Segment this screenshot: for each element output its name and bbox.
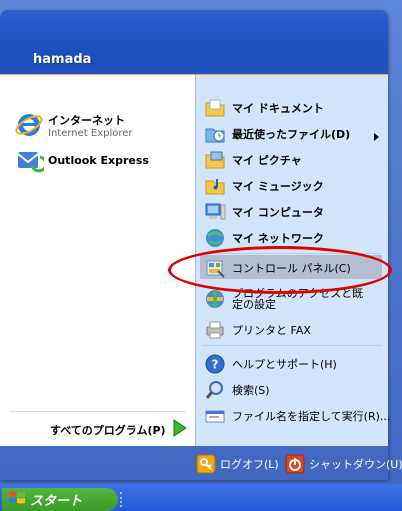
- logoff-label: ログオフ(L): [220, 458, 279, 471]
- start-button[interactable]: スタート: [2, 488, 118, 511]
- menu-item-label: 最近使ったファイル(D): [232, 128, 351, 141]
- my-network-icon: [204, 227, 226, 249]
- all-programs-label: すべてのプログラム(P): [50, 424, 166, 437]
- printers-fax-item[interactable]: プリンタと FAX: [204, 318, 384, 342]
- search-item[interactable]: 検索(S): [204, 378, 384, 402]
- green-arrow-icon: [172, 419, 188, 441]
- run-item[interactable]: ファイル名を指定して実行(R)...: [204, 404, 390, 428]
- my-documents-item[interactable]: マイ ドキュメント: [204, 96, 384, 120]
- menu-item-label: 検索(S): [232, 384, 270, 397]
- shutdown-button[interactable]: シャットダウン(U): [285, 453, 402, 475]
- logoff-button[interactable]: ログオフ(L): [196, 453, 280, 475]
- help-support-item[interactable]: ? ヘルプとサポート(H): [204, 352, 384, 376]
- pinned-programs-pane: インターネット Internet Explorer Outlook Expres…: [0, 75, 195, 446]
- menu-item-label: マイ ドキュメント: [232, 102, 324, 115]
- program-access-icon: [204, 288, 226, 310]
- outlook-express-icon: [14, 145, 48, 175]
- menu-item-label: プリンタと FAX: [232, 324, 311, 337]
- my-computer-item[interactable]: マイ コンピュータ: [204, 200, 384, 224]
- my-pictures-folder-icon: [204, 149, 226, 171]
- run-icon: [204, 405, 226, 427]
- menu-item-label: マイ コンピュータ: [232, 206, 324, 219]
- submenu-arrow-icon: [374, 127, 380, 146]
- red-annotation-circle: [168, 246, 392, 294]
- user-name: hamada: [33, 52, 92, 67]
- pinned-item-outlook-express[interactable]: Outlook Express: [14, 145, 192, 175]
- menu-item-label: マイ ピクチャ: [232, 154, 302, 167]
- right-divider: [202, 345, 382, 346]
- windows-logo-icon: [8, 490, 26, 510]
- menu-item-label: ヘルプとサポート(H): [232, 358, 337, 371]
- pinned-item-internet-explorer[interactable]: インターネット Internet Explorer: [14, 109, 192, 141]
- printer-fax-icon: [204, 319, 226, 341]
- help-icon: ?: [204, 353, 226, 375]
- pinned-item-title: Outlook Express: [48, 153, 149, 167]
- my-pictures-item[interactable]: マイ ピクチャ: [204, 148, 384, 172]
- my-documents-folder-icon: [204, 97, 226, 119]
- my-music-folder-icon: [204, 175, 226, 197]
- taskbar-grip[interactable]: [120, 492, 128, 507]
- menu-item-label: マイ ミュージック: [232, 180, 324, 193]
- menu-item-label: マイ ネットワーク: [232, 232, 324, 245]
- recent-files-item[interactable]: 最近使ったファイル(D): [204, 122, 384, 146]
- my-computer-icon: [204, 201, 226, 223]
- all-programs-button[interactable]: すべてのプログラム(P): [50, 419, 190, 441]
- shutdown-label: シャットダウン(U): [309, 458, 402, 471]
- svg-text:?: ?: [212, 358, 219, 372]
- start-label: スタート: [30, 494, 83, 509]
- my-music-item[interactable]: マイ ミュージック: [204, 174, 384, 198]
- left-divider: [10, 411, 186, 412]
- key-logoff-icon: [196, 454, 216, 474]
- search-icon: [204, 379, 226, 401]
- power-icon: [285, 454, 305, 474]
- internet-explorer-icon: [14, 110, 44, 140]
- menu-item-label: ファイル名を指定して実行(R)...: [232, 410, 391, 423]
- start-menu-header: hamada: [0, 10, 388, 75]
- pinned-item-subtitle: Internet Explorer: [48, 127, 133, 139]
- pinned-item-title: インターネット: [48, 113, 125, 127]
- recent-files-icon: [204, 123, 226, 145]
